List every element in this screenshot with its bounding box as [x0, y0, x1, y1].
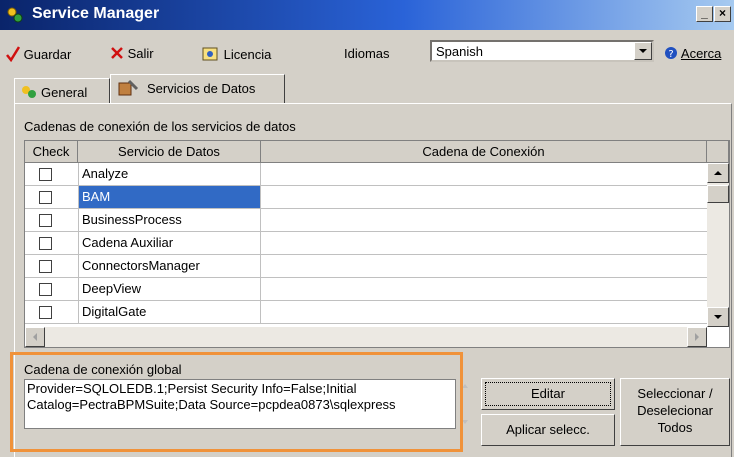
general-icon [22, 86, 36, 98]
language-select[interactable]: Spanish [430, 40, 654, 62]
edit-button[interactable]: Editar [481, 378, 615, 410]
table-row[interactable]: DigitalGate [25, 301, 707, 324]
tab-servicios-label: Servicios de Datos [147, 81, 256, 96]
checkmark-icon [6, 46, 21, 63]
scroll-thumb[interactable] [707, 185, 729, 203]
row-checkbox[interactable] [39, 306, 52, 319]
row-checkbox[interactable] [39, 260, 52, 273]
table-row[interactable]: ConnectorsManager [25, 255, 707, 278]
column-header-check[interactable]: Check [25, 141, 78, 163]
service-manager-icon [7, 7, 23, 23]
title-bar: Service Manager _ × [0, 0, 734, 30]
row-checkbox[interactable] [39, 214, 52, 227]
select-all-line3: Todos [657, 420, 693, 435]
service-name-cell[interactable]: DeepView [78, 278, 261, 300]
service-name-cell[interactable]: Analyze [78, 163, 261, 185]
highlight-callout-frame [10, 352, 463, 452]
select-deselect-all-button[interactable]: Seleccionar / Deselecionar Todos [620, 378, 730, 446]
exit-button[interactable]: Salir [110, 46, 154, 61]
scroll-up-icon[interactable] [707, 163, 729, 183]
about-label: Acerca [680, 46, 722, 61]
close-button[interactable]: × [714, 6, 731, 22]
row-checkbox[interactable] [39, 168, 52, 181]
connection-string-cell[interactable] [261, 163, 707, 185]
service-name-cell[interactable]: ConnectorsManager [78, 255, 261, 277]
connection-string-cell[interactable] [261, 232, 707, 254]
svg-text:?: ? [668, 49, 673, 60]
minimize-button[interactable]: _ [696, 6, 713, 22]
row-checkbox[interactable] [39, 237, 52, 250]
service-name-cell[interactable]: DigitalGate [78, 301, 261, 323]
data-services-icon [118, 79, 139, 96]
chevron-down-icon[interactable] [634, 42, 652, 60]
table-row[interactable]: BAM [25, 186, 707, 209]
column-header-cadena[interactable]: Cadena de Conexión [261, 141, 707, 163]
app-window: Service Manager _ × Guardar Salir Licenc… [0, 0, 734, 457]
window-title: Service Manager [32, 5, 160, 22]
exit-label: Salir [127, 46, 154, 61]
column-header-corner [707, 141, 729, 163]
tab-general[interactable]: General [14, 78, 110, 104]
help-icon: ? [665, 47, 677, 60]
service-name-cell[interactable]: BAM [78, 186, 261, 208]
license-label: Licencia [223, 47, 272, 62]
connection-string-cell[interactable] [261, 186, 707, 208]
row-checkbox[interactable] [39, 191, 52, 204]
row-checkbox[interactable] [39, 283, 52, 296]
connection-string-cell[interactable] [261, 278, 707, 300]
table-row[interactable]: DeepView [25, 278, 707, 301]
column-header-servicio[interactable]: Servicio de Datos [78, 141, 261, 163]
connection-string-cell[interactable] [261, 255, 707, 277]
select-all-line1: Seleccionar / [637, 386, 713, 401]
section-label: Cadenas de conexión de los servicios de … [24, 119, 296, 134]
tab-general-label: General [41, 85, 88, 100]
x-icon [111, 47, 123, 59]
scroll-right-icon[interactable] [687, 327, 707, 347]
connection-string-cell[interactable] [261, 209, 707, 231]
table-row[interactable]: Analyze [25, 163, 707, 186]
vertical-scrollbar[interactable] [707, 163, 729, 327]
save-label: Guardar [23, 47, 72, 62]
about-button[interactable]: ? Acerca [664, 46, 721, 61]
table-row[interactable]: BusinessProcess [25, 209, 707, 232]
languages-label: Idiomas [344, 46, 390, 61]
service-name-cell[interactable]: BusinessProcess [78, 209, 261, 231]
connection-string-cell[interactable] [261, 301, 707, 323]
language-value: Spanish [436, 44, 483, 59]
horizontal-scrollbar[interactable] [25, 327, 707, 347]
save-button[interactable]: Guardar [6, 46, 72, 63]
select-all-line2: Deselecionar [637, 403, 713, 418]
tab-servicios-de-datos[interactable]: Servicios de Datos [110, 74, 285, 104]
apply-selection-button[interactable]: Aplicar selecc. [481, 414, 615, 446]
service-name-cell[interactable]: Cadena Auxiliar [78, 232, 261, 254]
license-button[interactable]: Licencia [202, 46, 271, 62]
scroll-down-icon[interactable] [707, 307, 729, 327]
data-services-grid: Check Servicio de Datos Cadena de Conexi… [24, 140, 730, 348]
scroll-left-icon[interactable] [25, 327, 45, 347]
table-row[interactable]: Cadena Auxiliar [25, 232, 707, 255]
license-icon [202, 47, 218, 61]
